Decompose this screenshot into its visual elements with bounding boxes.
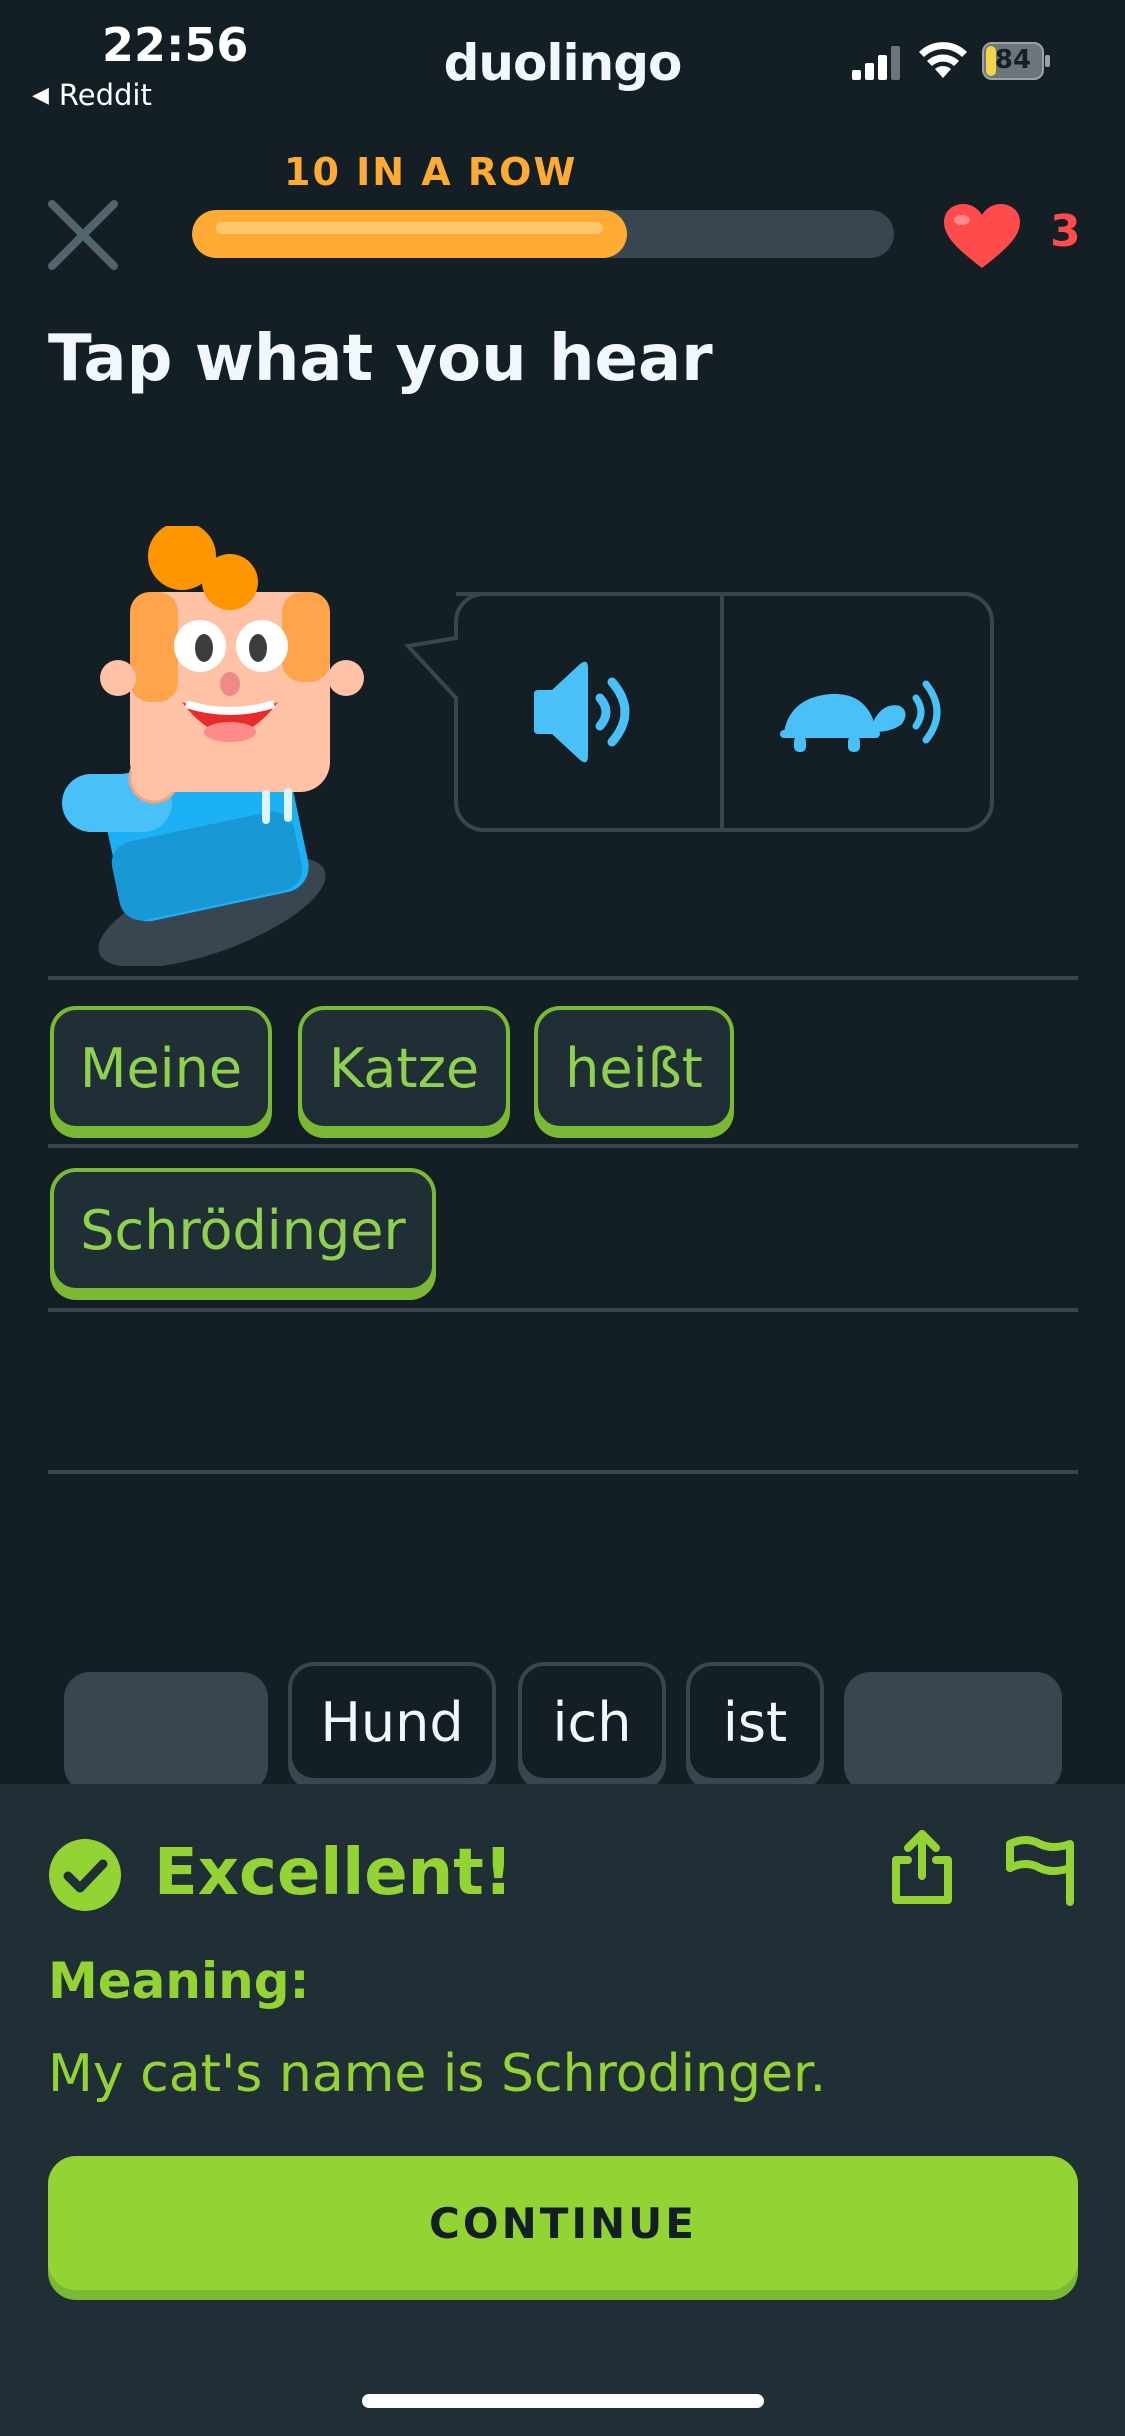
close-icon[interactable] [46, 198, 120, 272]
word-bank-slot-empty [64, 1672, 268, 1792]
report-flag-icon[interactable] [1004, 1830, 1080, 1906]
home-indicator[interactable] [362, 2394, 764, 2408]
streak-label: 10 IN A ROW [284, 150, 578, 194]
answer-word-chip[interactable]: Katze [298, 1006, 510, 1130]
answer-word-chip[interactable]: Meine [50, 1006, 272, 1130]
word-bank-chip[interactable]: ich [518, 1662, 666, 1782]
lesson-progress-bar [192, 210, 894, 258]
check-circle-icon [49, 1839, 121, 1911]
continue-button[interactable]: CONTINUE [48, 2156, 1078, 2290]
progress-highlight [216, 222, 604, 234]
feedback-title: Excellent! [154, 1836, 513, 1910]
heart-icon [944, 204, 1020, 268]
answer-line [48, 1144, 1078, 1148]
battery-indicator: 84 [982, 42, 1052, 80]
answer-word-chip[interactable]: heißt [534, 1006, 734, 1130]
meaning-text: My cat's name is Schrodinger. [48, 2044, 827, 2104]
answer-line [48, 1308, 1078, 1312]
exercise-prompt: Tap what you hear [48, 322, 713, 396]
play-audio-button[interactable] [452, 594, 718, 830]
hearts-count: 3 [1050, 206, 1081, 257]
wifi-icon [919, 42, 967, 78]
word-bank-chip[interactable]: ist [686, 1662, 824, 1782]
answer-line [48, 976, 1078, 980]
progress-fill [192, 210, 628, 258]
play-slow-audio-button[interactable] [724, 594, 990, 830]
share-icon[interactable] [884, 1826, 960, 1906]
turtle-slow-icon [780, 680, 941, 752]
answer-word-chip[interactable]: Schrödinger [50, 1168, 436, 1292]
answer-line [48, 1470, 1078, 1474]
battery-level: 84 [994, 45, 1032, 75]
word-bank-slot-empty [844, 1672, 1062, 1792]
character-avatar [62, 526, 364, 966]
meaning-label: Meaning: [48, 1952, 310, 2010]
word-bank-chip[interactable]: Hund [288, 1662, 496, 1782]
cellular-signal-icon [852, 46, 900, 80]
speaker-icon [534, 661, 630, 763]
